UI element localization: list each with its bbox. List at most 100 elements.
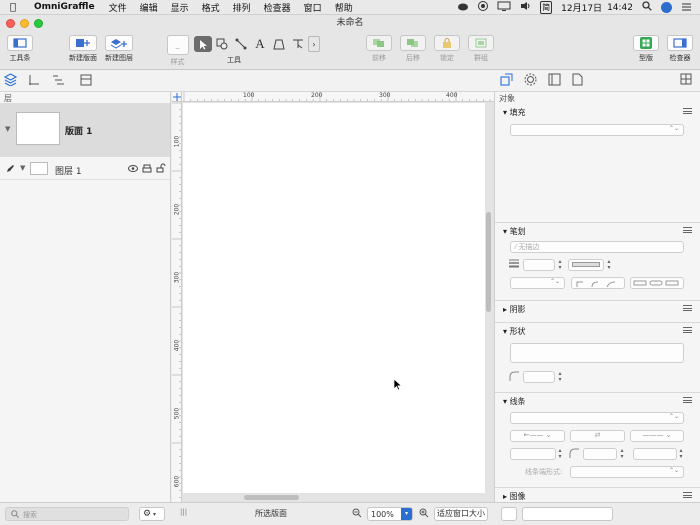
menu-file[interactable]: 文件 [109, 1, 127, 14]
stroke-color-stepper[interactable]: ▴ ▾ [605, 259, 613, 271]
search-field[interactable]: 搜索 [5, 507, 129, 521]
send-backward-button[interactable]: 后移 [399, 35, 427, 63]
new-canvas-button[interactable]: 新建版面 [64, 35, 102, 63]
line-width-field[interactable] [633, 448, 677, 460]
line-width-stepper[interactable]: ▴ ▾ [677, 448, 685, 460]
drawing-canvas[interactable] [183, 103, 485, 493]
stroke-color-well[interactable] [568, 259, 604, 271]
horizontal-scrollbar[interactable] [244, 495, 299, 500]
menu-help[interactable]: 帮助 [335, 1, 353, 14]
shape-section-title[interactable]: ▾ 形状 [503, 326, 526, 337]
printer-icon[interactable] [142, 164, 152, 176]
menubar-time[interactable]: 14:42 [607, 3, 633, 13]
text-tool-icon[interactable]: A [251, 36, 269, 52]
selection-tool-icon[interactable] [194, 36, 212, 52]
line-tool-icon[interactable] [232, 36, 250, 52]
shape-picker[interactable] [510, 343, 684, 363]
zoom-window-button[interactable] [34, 19, 43, 28]
inspector-field[interactable] [522, 507, 613, 521]
toolbar-toggle-button[interactable]: 工具条 [5, 35, 35, 63]
document-inspector-tab-icon[interactable] [572, 73, 583, 89]
menu-format[interactable]: 格式 [202, 1, 220, 14]
disclosure-triangle-icon[interactable]: ▼ [5, 125, 10, 133]
canvas-outline-tab-icon[interactable] [28, 74, 40, 89]
corner-style-selector[interactable] [571, 277, 625, 289]
shadow-section-title[interactable]: ▸ 阴影 [503, 304, 526, 315]
line-cap-selector[interactable] [630, 277, 684, 289]
control-center-icon[interactable] [681, 2, 692, 14]
line-section-title[interactable]: ▾ 线条 [503, 396, 526, 407]
shape-menu-icon[interactable] [683, 327, 692, 333]
zoom-dropdown-chevron-icon[interactable]: ▾ [401, 508, 412, 520]
more-tools-chevron-icon[interactable]: › [308, 36, 320, 52]
stroke-menu-icon[interactable] [683, 227, 692, 233]
swap-ends-button[interactable]: ⇄ [570, 430, 625, 442]
corner-radius-field[interactable] [523, 371, 555, 383]
zoom-in-icon[interactable] [419, 508, 429, 521]
corner-radius-stepper[interactable]: ▴ ▾ [556, 371, 564, 383]
fill-type-select[interactable]: ⌃⌄ [510, 124, 684, 136]
pencil-icon[interactable] [6, 164, 15, 176]
spotlight-icon[interactable] [642, 1, 652, 14]
line-menu-icon[interactable] [683, 397, 692, 403]
stroke-pattern-select[interactable]: ⌃⌄ [510, 277, 565, 289]
shadow-menu-icon[interactable] [683, 305, 692, 311]
stroke-type-select[interactable]: ⁄ 无描边 [510, 241, 684, 253]
menu-window[interactable]: 窗口 [304, 1, 322, 14]
menu-arrange[interactable]: 排列 [233, 1, 251, 14]
properties-inspector-tab-icon[interactable] [524, 73, 537, 89]
stroke-width-field[interactable] [523, 259, 555, 271]
stencils-tab-icon[interactable] [80, 74, 92, 89]
line-type-select[interactable]: ⌃⌄ [510, 412, 684, 424]
image-section-title[interactable]: ▸ 图像 [503, 491, 526, 502]
shape-tool-icon[interactable] [213, 36, 231, 52]
line-start-select[interactable]: ←—— ⌄ [510, 430, 565, 442]
grid-view-icon[interactable] [680, 73, 692, 88]
visibility-eye-icon[interactable] [128, 165, 138, 175]
stroke-width-stepper[interactable]: ▴ ▾ [556, 259, 564, 271]
cloud-status-icon[interactable] [457, 2, 469, 14]
inspectors-button[interactable]: 检查器 [666, 35, 694, 63]
group-button[interactable]: 群组 [467, 35, 495, 63]
menu-inspectors[interactable]: 检查器 [264, 1, 291, 14]
canvas-name[interactable]: 版面 1 [65, 124, 92, 137]
zoom-select[interactable]: 100% ▾ [367, 507, 413, 521]
canvas-inspector-tab-icon[interactable] [548, 73, 561, 89]
layer-row[interactable]: ▼ 图层 1 [0, 158, 170, 180]
layer-disclosure-icon[interactable]: ▼ [20, 164, 25, 172]
action-gear-button[interactable]: ⚙ ▾ [139, 507, 165, 521]
stroke-section-title[interactable]: ▾ 笔划 [503, 226, 526, 237]
line-midpoint-stepper[interactable]: ▴ ▾ [556, 448, 564, 460]
panel-resize-handle-icon[interactable]: ||| [180, 508, 187, 516]
inspector-option-button[interactable] [501, 507, 517, 521]
fill-menu-icon[interactable] [683, 108, 692, 114]
outline-tab-icon[interactable] [52, 74, 65, 89]
line-end-select[interactable]: ——— ⌄ [630, 430, 684, 442]
zoom-out-icon[interactable] [352, 508, 362, 521]
sound-icon[interactable] [520, 1, 531, 14]
input-method-indicator[interactable]: 简 [540, 1, 553, 14]
minimize-window-button[interactable] [20, 19, 29, 28]
pen-tool-icon[interactable] [270, 36, 288, 52]
app-menu[interactable]: OmniGraffle [34, 2, 95, 12]
menu-view[interactable]: 显示 [171, 1, 189, 14]
unlock-icon[interactable] [156, 163, 166, 176]
menu-edit[interactable]: 编辑 [140, 1, 158, 14]
display-icon[interactable] [497, 1, 511, 14]
fill-section-title[interactable]: ▾ 填充 [503, 107, 526, 118]
new-layer-button[interactable]: 新建图层 [100, 35, 138, 63]
app-status-icon[interactable] [478, 1, 489, 14]
close-window-button[interactable] [6, 19, 15, 28]
apple-menu-icon[interactable]:  [10, 2, 20, 13]
canvas-row[interactable]: ▼ 版面 1 [0, 103, 170, 157]
lock-button[interactable]: 锁定 [433, 35, 461, 63]
line-end-type-select[interactable]: ⌃⌄ [570, 466, 684, 478]
line-hop-field[interactable] [583, 448, 617, 460]
vertical-scrollbar[interactable] [486, 212, 491, 312]
layers-tab-icon[interactable] [3, 73, 18, 89]
menubar-date[interactable]: 12月17日 [561, 1, 602, 14]
style-button[interactable]: _ 样式 [165, 35, 190, 67]
object-inspector-tab-icon[interactable] [500, 73, 513, 89]
diagram-tool-icon[interactable] [289, 36, 307, 52]
image-menu-icon[interactable] [683, 492, 692, 498]
